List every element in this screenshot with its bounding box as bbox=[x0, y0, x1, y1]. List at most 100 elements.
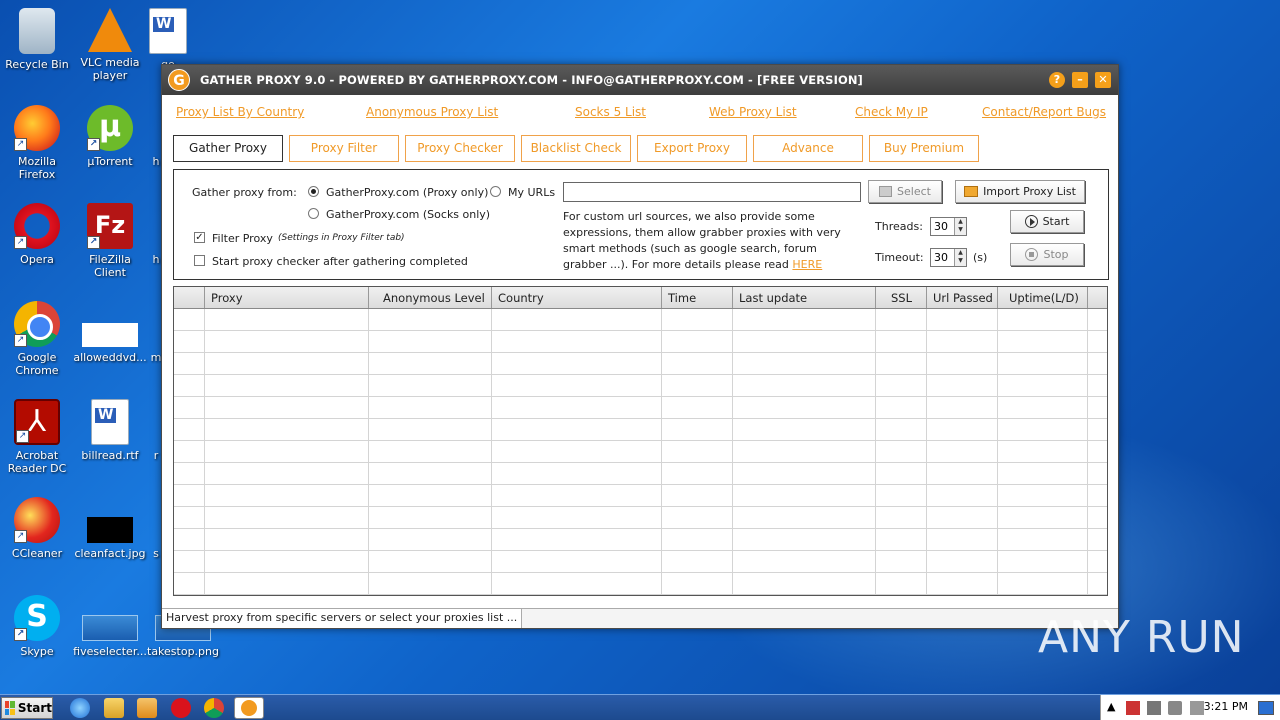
close-button[interactable]: ✕ bbox=[1095, 72, 1111, 88]
desktop-icon-opera[interactable]: ↗ Opera bbox=[0, 203, 74, 266]
file-icon bbox=[82, 615, 138, 641]
table-cell bbox=[662, 375, 733, 396]
action-center-icon[interactable] bbox=[1126, 701, 1140, 715]
gather-proxy-taskbar-button[interactable] bbox=[234, 697, 264, 719]
desktop-icon-ccleaner[interactable]: ↗ CCleaner bbox=[0, 497, 74, 560]
tab-proxy-filter[interactable]: Proxy Filter bbox=[289, 135, 399, 162]
start-button[interactable]: Start bbox=[1010, 210, 1084, 233]
timeout-label: Timeout: bbox=[875, 251, 924, 264]
link-anonymous-proxy-list[interactable]: Anonymous Proxy List bbox=[366, 105, 498, 119]
table-row[interactable] bbox=[174, 397, 1107, 419]
link-web-proxy-list[interactable]: Web Proxy List bbox=[709, 105, 797, 119]
show-desktop-icon[interactable] bbox=[1258, 701, 1274, 715]
table-row[interactable] bbox=[174, 529, 1107, 551]
title-bar[interactable]: G GATHER PROXY 9.0 - POWERED BY GATHERPR… bbox=[162, 65, 1118, 95]
tab-export-proxy[interactable]: Export Proxy bbox=[637, 135, 747, 162]
stop-button[interactable]: Stop bbox=[1010, 243, 1084, 266]
internet-explorer-icon[interactable] bbox=[70, 698, 90, 718]
desktop-icon-cleanfact[interactable]: cleanfact.jpg bbox=[73, 497, 147, 560]
start-button[interactable]: Start bbox=[1, 697, 53, 719]
table-cell bbox=[998, 375, 1088, 396]
table-row[interactable] bbox=[174, 419, 1107, 441]
column-header-proxy[interactable]: Proxy bbox=[205, 287, 369, 308]
gather-settings-panel: Gather proxy from: GatherProxy.com (Prox… bbox=[173, 169, 1109, 280]
timeout-stepper[interactable]: 30 ▲ ▼ bbox=[930, 248, 967, 267]
column-header-url-passed[interactable]: Url Passed bbox=[927, 287, 998, 308]
column-header-time[interactable]: Time bbox=[662, 287, 733, 308]
table-cell bbox=[998, 573, 1088, 594]
desktop-icon-utorrent[interactable]: µ ↗ µTorrent bbox=[73, 105, 147, 168]
select-button[interactable]: Select bbox=[868, 180, 942, 203]
media-player-icon[interactable] bbox=[137, 698, 157, 718]
table-row[interactable] bbox=[174, 573, 1107, 595]
table-row[interactable] bbox=[174, 309, 1107, 331]
table-row[interactable] bbox=[174, 441, 1107, 463]
table-cell bbox=[1088, 331, 1107, 352]
table-row[interactable] bbox=[174, 375, 1107, 397]
table-cell bbox=[662, 441, 733, 462]
column-header-ssl[interactable]: SSL bbox=[876, 287, 927, 308]
table-row[interactable] bbox=[174, 507, 1107, 529]
desktop-icon-acrobat[interactable]: ⅄ ↗ Acrobat Reader DC bbox=[0, 399, 74, 475]
tray-expand-icon[interactable]: ▲ bbox=[1107, 700, 1115, 713]
import-proxy-list-button[interactable]: Import Proxy List bbox=[955, 180, 1085, 203]
here-link[interactable]: HERE bbox=[792, 258, 822, 271]
column-header-index[interactable] bbox=[174, 287, 205, 308]
table-cell bbox=[492, 573, 662, 594]
desktop-icon-billread[interactable]: W billread.rtf bbox=[73, 399, 147, 462]
table-row[interactable] bbox=[174, 353, 1107, 375]
desktop-icon-vlc[interactable]: VLC media player bbox=[73, 8, 147, 82]
tab-proxy-checker[interactable]: Proxy Checker bbox=[405, 135, 515, 162]
opera-taskbar-icon[interactable] bbox=[171, 698, 191, 718]
link-proxy-list-by-country[interactable]: Proxy List By Country bbox=[176, 105, 304, 119]
table-row[interactable] bbox=[174, 463, 1107, 485]
tab-gather-proxy[interactable]: Gather Proxy bbox=[173, 135, 283, 162]
radio-gatherproxy-proxy[interactable] bbox=[308, 186, 319, 197]
column-header-anonymous-level[interactable]: Anonymous Level bbox=[369, 287, 492, 308]
chrome-taskbar-icon[interactable] bbox=[204, 698, 224, 718]
desktop-icon-label: µTorrent bbox=[87, 155, 133, 168]
table-row[interactable] bbox=[174, 485, 1107, 507]
table-body bbox=[174, 309, 1107, 595]
minimize-button[interactable]: – bbox=[1072, 72, 1088, 88]
link-socks5-list[interactable]: Socks 5 List bbox=[575, 105, 646, 119]
table-row[interactable] bbox=[174, 331, 1107, 353]
volume-icon[interactable] bbox=[1168, 701, 1182, 715]
column-header-last-update[interactable]: Last update bbox=[733, 287, 876, 308]
filter-proxy-checkbox[interactable]: ✓ bbox=[194, 232, 205, 243]
proxy-table[interactable]: Proxy Anonymous Level Country Time Last … bbox=[173, 286, 1108, 596]
table-row[interactable] bbox=[174, 551, 1107, 573]
threads-stepper[interactable]: 30 ▲ ▼ bbox=[930, 217, 967, 236]
column-header-country[interactable]: Country bbox=[492, 287, 662, 308]
desktop-icon-filezilla[interactable]: Fz ↗ FileZilla Client bbox=[73, 203, 147, 279]
desktop-icon-chrome[interactable]: ↗ Google Chrome bbox=[0, 301, 74, 377]
my-urls-input[interactable] bbox=[563, 182, 861, 202]
stepper-arrows-icon[interactable]: ▲ ▼ bbox=[954, 249, 966, 266]
table-cell bbox=[492, 419, 662, 440]
table-cell bbox=[205, 441, 369, 462]
radio-gatherproxy-socks[interactable] bbox=[308, 208, 319, 219]
link-contact-report-bugs[interactable]: Contact/Report Bugs bbox=[982, 105, 1106, 119]
table-cell bbox=[492, 309, 662, 330]
table-cell bbox=[998, 551, 1088, 572]
monitor-icon[interactable] bbox=[1190, 701, 1204, 715]
tab-buy-premium[interactable]: Buy Premium bbox=[869, 135, 979, 162]
tab-blacklist-check[interactable]: Blacklist Check bbox=[521, 135, 631, 162]
network-icon[interactable] bbox=[1147, 701, 1161, 715]
help-button[interactable]: ? bbox=[1049, 72, 1065, 88]
desktop-icon-recycle-bin[interactable]: Recycle Bin bbox=[0, 8, 74, 71]
clock[interactable]: 3:21 PM bbox=[1204, 700, 1248, 713]
file-explorer-icon[interactable] bbox=[104, 698, 124, 718]
desktop-icon-doc[interactable]: W go bbox=[148, 8, 188, 71]
link-check-my-ip[interactable]: Check My IP bbox=[855, 105, 928, 119]
desktop-icon-firefox[interactable]: ↗ Mozilla Firefox bbox=[0, 105, 74, 181]
desktop-icon-alloweddvd[interactable]: alloweddvd... bbox=[73, 301, 147, 364]
stepper-arrows-icon[interactable]: ▲ ▼ bbox=[954, 218, 966, 235]
radio-my-urls[interactable] bbox=[490, 186, 501, 197]
desktop-icon-fiveselecter[interactable]: fiveselecter... bbox=[73, 595, 147, 658]
word-document-icon: W bbox=[91, 399, 129, 445]
start-checker-checkbox[interactable] bbox=[194, 255, 205, 266]
column-header-uptime[interactable]: Uptime(L/D) bbox=[998, 287, 1088, 308]
tab-advance[interactable]: Advance bbox=[753, 135, 863, 162]
desktop-icon-skype[interactable]: S ↗ Skype bbox=[0, 595, 74, 658]
